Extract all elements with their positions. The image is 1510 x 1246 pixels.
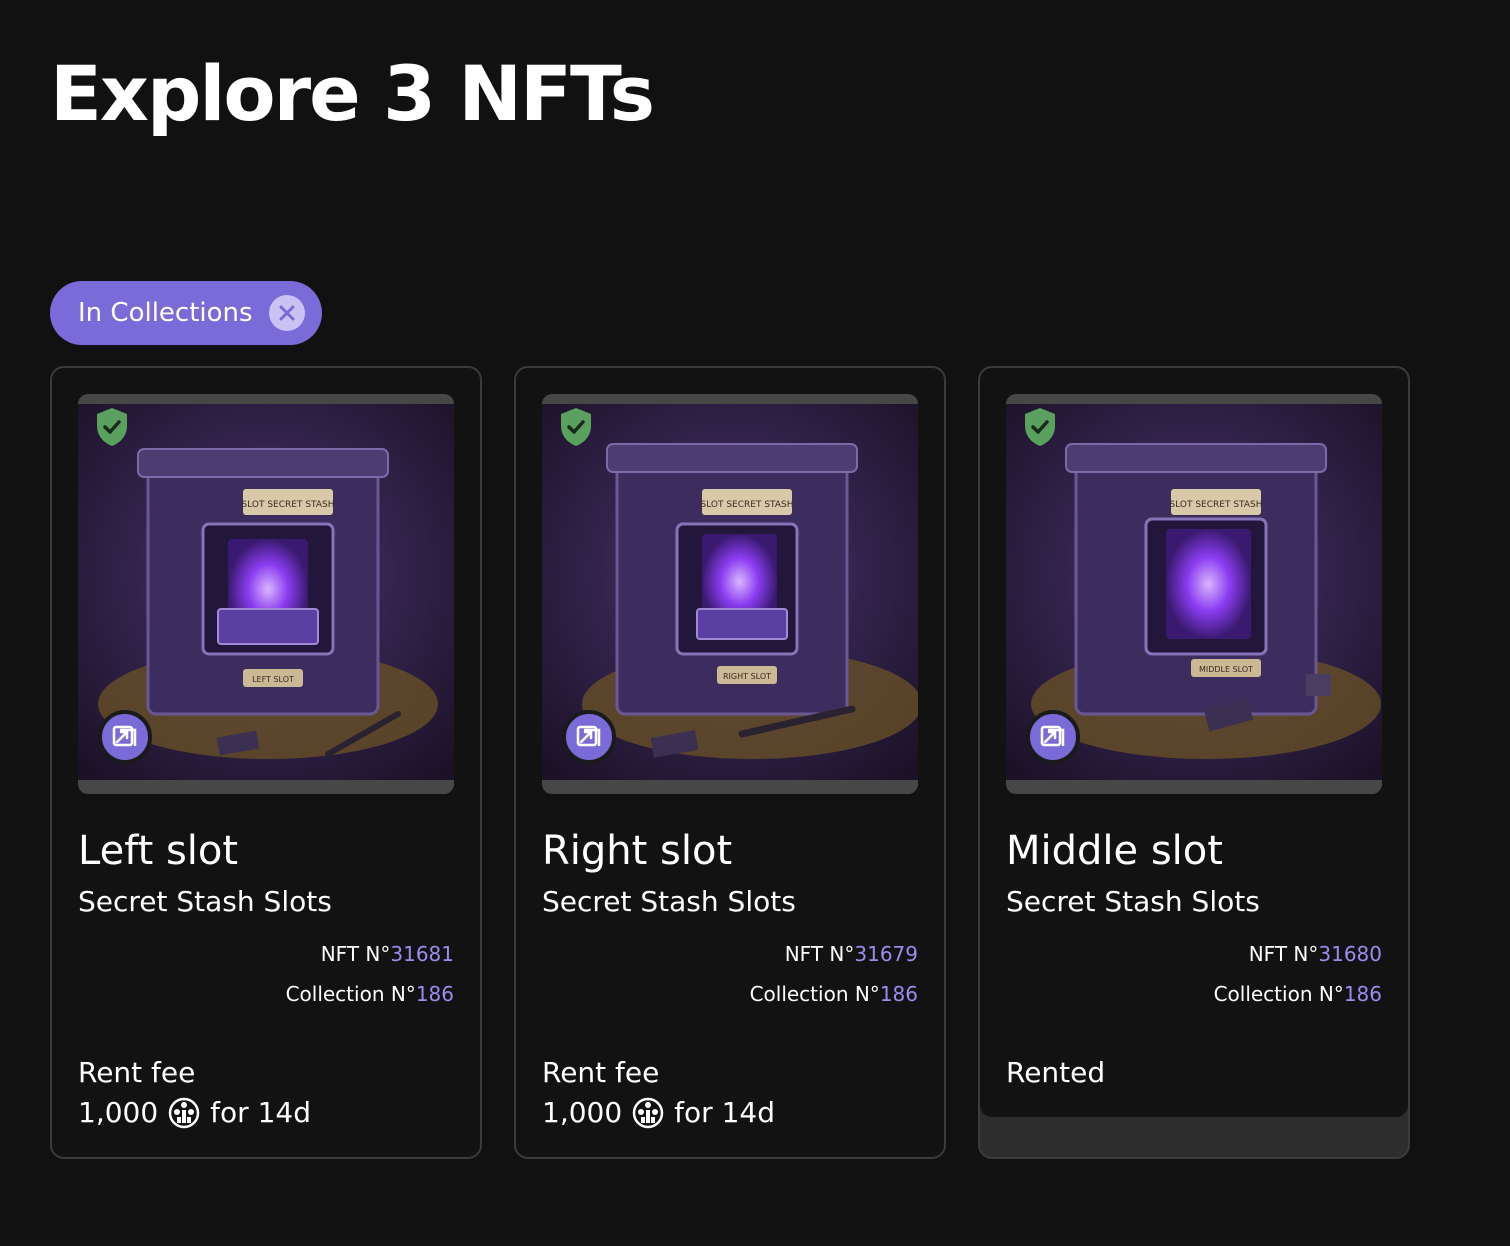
- rent-price-value: 1,000: [542, 1096, 623, 1129]
- nft-card-middle-slot[interactable]: SLOT SECRET STASH MIDDLE SLOT Middle slo…: [978, 366, 1410, 1159]
- nft-type-badge: [98, 710, 152, 764]
- nft-type-badge: [562, 710, 616, 764]
- nft-number: NFT N°31681: [320, 942, 454, 966]
- nft-number: NFT N°31680: [1248, 942, 1382, 966]
- collection-number: Collection N°186: [1213, 982, 1382, 1006]
- close-icon[interactable]: [269, 295, 305, 331]
- rent-status-label: Rent fee: [542, 1056, 660, 1089]
- svg-text:RIGHT SLOT: RIGHT SLOT: [723, 672, 771, 681]
- nft-card-right-slot[interactable]: SLOT SECRET STASH RIGHT SLOT Right slot …: [514, 366, 946, 1159]
- svg-text:LEFT SLOT: LEFT SLOT: [252, 675, 294, 684]
- nft-image[interactable]: SLOT SECRET STASH RIGHT SLOT: [542, 394, 918, 794]
- verified-shield-icon: [97, 408, 127, 446]
- token-coin-icon: [168, 1097, 200, 1129]
- nft-collection-name[interactable]: Secret Stash Slots: [542, 883, 796, 921]
- nft-type-icon: [576, 725, 601, 747]
- rent-price: 1,000 for 14d: [78, 1094, 311, 1132]
- rent-status-label: Rented: [1006, 1056, 1106, 1089]
- page-title: Explore 3 NFTs: [50, 49, 655, 138]
- nft-type-icon: [1040, 725, 1065, 747]
- rent-price: 1,000 for 14d: [542, 1094, 775, 1132]
- svg-text:MIDDLE SLOT: MIDDLE SLOT: [1199, 665, 1253, 674]
- nft-title[interactable]: Right slot: [542, 823, 732, 879]
- filter-chip-label: In Collections: [78, 298, 253, 328]
- nft-type-icon: [112, 725, 137, 747]
- verified-shield-icon: [1025, 408, 1055, 446]
- nft-title[interactable]: Middle slot: [1006, 823, 1223, 879]
- verified-shield-icon: [561, 408, 591, 446]
- filter-chip-in-collections[interactable]: In Collections: [50, 281, 322, 345]
- rent-price-value: 1,000: [78, 1096, 159, 1129]
- nft-collection-name[interactable]: Secret Stash Slots: [78, 883, 332, 921]
- nft-title[interactable]: Left slot: [78, 823, 238, 879]
- svg-text:SLOT SECRET STASH: SLOT SECRET STASH: [701, 500, 794, 510]
- nft-image[interactable]: SLOT SECRET STASH MIDDLE SLOT: [1006, 394, 1382, 794]
- nft-collection-name[interactable]: Secret Stash Slots: [1006, 883, 1260, 921]
- collection-number: Collection N°186: [749, 982, 918, 1006]
- nft-card-left-slot[interactable]: SLOT SECRET STASH LEFT SLOT Left slot Se…: [50, 366, 482, 1159]
- nft-image[interactable]: SLOT SECRET STASH LEFT SLOT: [78, 394, 454, 794]
- collection-number: Collection N°186: [285, 982, 454, 1006]
- rent-duration: for 14d: [674, 1096, 775, 1129]
- svg-text:SLOT SECRET STASH: SLOT SECRET STASH: [1170, 500, 1263, 510]
- rent-duration: for 14d: [210, 1096, 311, 1129]
- rent-status-label: Rent fee: [78, 1056, 196, 1089]
- token-coin-icon: [632, 1097, 664, 1129]
- nft-number: NFT N°31679: [784, 942, 918, 966]
- nft-type-badge: [1026, 710, 1080, 764]
- svg-text:SLOT SECRET STASH: SLOT SECRET STASH: [242, 500, 335, 510]
